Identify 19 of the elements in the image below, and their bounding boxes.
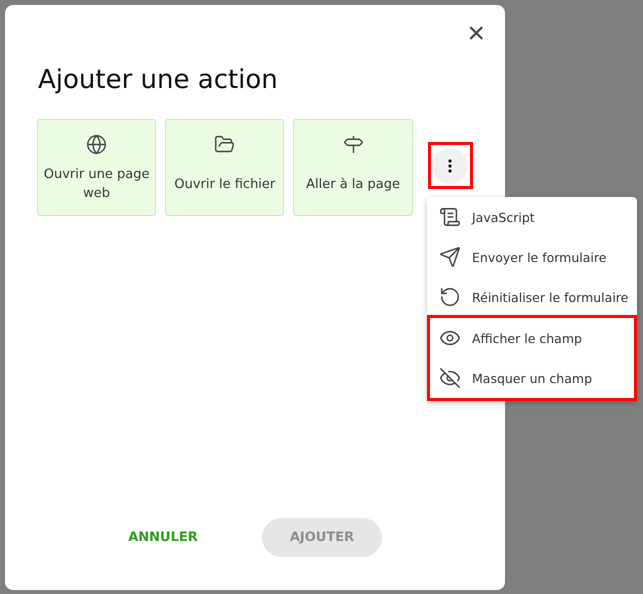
reset-icon bbox=[439, 286, 461, 308]
action-card[interactable]: Ouvrir une page web bbox=[37, 119, 156, 216]
menu-item[interactable]: JavaScript bbox=[427, 197, 637, 237]
scroll-icon bbox=[439, 206, 461, 228]
folder-icon bbox=[214, 134, 236, 155]
action-card[interactable]: Ouvrir le fichier bbox=[165, 119, 284, 216]
signpost-icon bbox=[342, 134, 364, 155]
menu-item[interactable]: Masquer un champ bbox=[430, 358, 634, 398]
more-icon bbox=[448, 158, 452, 172]
paper-plane-icon bbox=[439, 246, 461, 268]
close-button[interactable]: × bbox=[463, 19, 489, 49]
action-card[interactable]: Aller à la page bbox=[293, 119, 413, 216]
menu-item[interactable]: Envoyer le formulaire bbox=[427, 237, 637, 277]
dialog-title: Ajouter une action bbox=[38, 65, 279, 95]
menu-item[interactable]: Réinitialiser le formulaire bbox=[427, 277, 637, 317]
more-button[interactable] bbox=[432, 148, 468, 184]
globe-icon bbox=[86, 134, 108, 155]
eye-off-icon bbox=[439, 367, 461, 389]
menu-item[interactable]: Afficher le champ bbox=[430, 318, 634, 358]
